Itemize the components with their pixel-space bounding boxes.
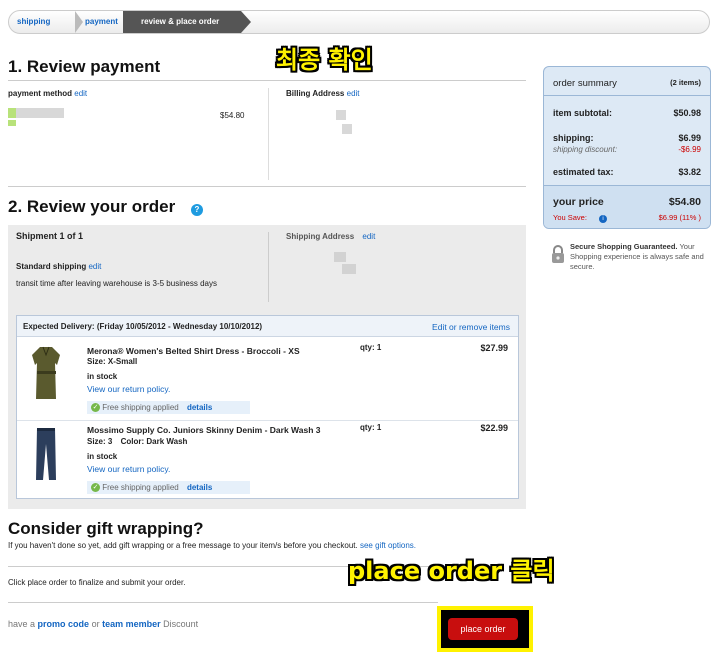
help-icon[interactable]: ? <box>191 204 203 216</box>
billing-address-blurred <box>342 124 352 134</box>
crumb-shipping[interactable]: shipping <box>17 11 50 33</box>
edit-payment-link[interactable]: edit <box>74 89 87 98</box>
review-order-title: 2. Review your order <box>8 197 176 216</box>
promo-code-link[interactable]: promo code <box>38 619 90 629</box>
item-size: Size: 3 Color: Dark Wash <box>87 437 188 446</box>
expected-delivery-bar: Expected Delivery: (Friday 10/05/2012 - … <box>17 316 518 337</box>
return-policy-link[interactable]: View our return policy. <box>87 464 170 474</box>
shipment-count: Shipment 1 of 1 <box>16 231 84 241</box>
review-payment-title: 1. Review payment <box>8 57 161 76</box>
item-name[interactable]: Mossimo Supply Co. Juniors Skinny Denim … <box>87 425 320 435</box>
info-icon[interactable]: i <box>599 215 608 223</box>
shipping-address-blurred <box>334 252 346 262</box>
card-logo-blurred <box>8 120 16 126</box>
divider <box>8 602 438 603</box>
transit-time: transit time after leaving warehouse is … <box>16 279 217 288</box>
item-price: $22.99 <box>480 423 508 433</box>
free-shipping-badge: ✓ Free shipping applied details <box>87 401 250 415</box>
summary-tax: estimated tax: $3.82 <box>553 167 701 177</box>
item-size: Size: X-Small <box>87 357 138 366</box>
free-shipping-badge: ✓ Free shipping applied details <box>87 481 250 495</box>
summary-subtotal: item subtotal: $50.98 <box>553 108 701 118</box>
finalize-text: Click place order to finalize and submit… <box>8 578 186 587</box>
edit-billing-link[interactable]: edit <box>347 89 360 98</box>
summary-shipping-discount: shipping discount: -$6.99 <box>553 145 701 154</box>
gift-wrap-title: Consider gift wrapping? <box>8 519 204 538</box>
shipping-method: Standard shipping edit <box>16 262 102 271</box>
edit-shipping-method-link[interactable]: edit <box>88 262 101 271</box>
secure-shopping: Secure Shopping Guaranteed. Your Shoppin… <box>570 242 704 271</box>
place-order-button[interactable]: place order <box>448 618 518 640</box>
summary-divider <box>544 95 710 96</box>
divider <box>8 186 526 187</box>
check-icon: ✓ <box>91 483 100 493</box>
free-shipping-details-link[interactable]: details <box>187 403 212 412</box>
summary-item-count: (2 items) <box>670 78 701 87</box>
items-box: Expected Delivery: (Friday 10/05/2012 - … <box>16 315 519 499</box>
gift-options-link[interactable]: see gift options. <box>360 541 416 550</box>
billing-address-label: Billing Address edit <box>286 89 360 98</box>
return-policy-link[interactable]: View our return policy. <box>87 384 170 394</box>
vertical-divider <box>268 88 269 180</box>
team-member-link[interactable]: team member <box>102 619 161 629</box>
promo-line: have a promo code or team member Discoun… <box>8 619 199 629</box>
item-qty: qty: 1 <box>360 343 382 352</box>
summary-shipping: shipping: $6.99 <box>553 133 701 143</box>
summary-your-price: your price $54.80 <box>553 196 701 208</box>
payment-amount: $54.80 <box>220 111 245 120</box>
summary-you-save: You Save: i $6.99 (11% ) <box>553 213 701 223</box>
check-icon: ✓ <box>91 403 100 413</box>
annotation-confirm: 최종 확인 <box>276 46 373 74</box>
dress-thumbnail[interactable] <box>27 345 65 401</box>
summary-header: order summary (2 items) <box>553 78 701 89</box>
payment-method-label: payment method edit <box>8 89 88 98</box>
crumb-arrow <box>241 11 251 33</box>
crumb-payment[interactable]: payment <box>85 11 118 33</box>
card-number-blurred <box>16 108 64 118</box>
edit-remove-items-link[interactable]: Edit or remove items <box>432 322 510 332</box>
billing-address-blurred <box>336 110 346 120</box>
divider <box>8 80 526 81</box>
crumb-review-current: review & place order <box>123 11 241 33</box>
crumb-separator <box>75 11 83 33</box>
annotation-click: place order 클릭 <box>348 557 555 585</box>
vertical-divider <box>268 232 269 302</box>
jeans-thumbnail[interactable] <box>31 426 61 482</box>
item-price: $27.99 <box>480 343 508 353</box>
lock-icon <box>551 244 565 264</box>
free-shipping-details-link[interactable]: details <box>187 483 212 492</box>
item-name[interactable]: Merona® Women's Belted Shirt Dress - Bro… <box>87 346 300 356</box>
item-color: Color: Dark Wash <box>120 437 188 446</box>
card-logo-blurred <box>8 108 16 118</box>
item-divider <box>17 420 518 421</box>
gift-wrap-text: If you haven't done so yet, add gift wra… <box>8 541 417 550</box>
edit-shipping-address-link[interactable]: edit <box>362 232 375 241</box>
place-order-highlight: place order <box>437 606 533 652</box>
shipping-address-blurred <box>342 264 356 274</box>
item-qty: qty: 1 <box>360 423 382 432</box>
checkout-breadcrumb: shipping payment review & place order <box>8 10 710 34</box>
expected-delivery: Expected Delivery: (Friday 10/05/2012 - … <box>23 322 263 331</box>
item-stock: in stock <box>87 452 118 461</box>
item-stock: in stock <box>87 372 118 381</box>
order-summary: order summary (2 items) item subtotal: $5… <box>543 66 711 229</box>
shipping-address-label: Shipping Address edit <box>286 232 376 241</box>
